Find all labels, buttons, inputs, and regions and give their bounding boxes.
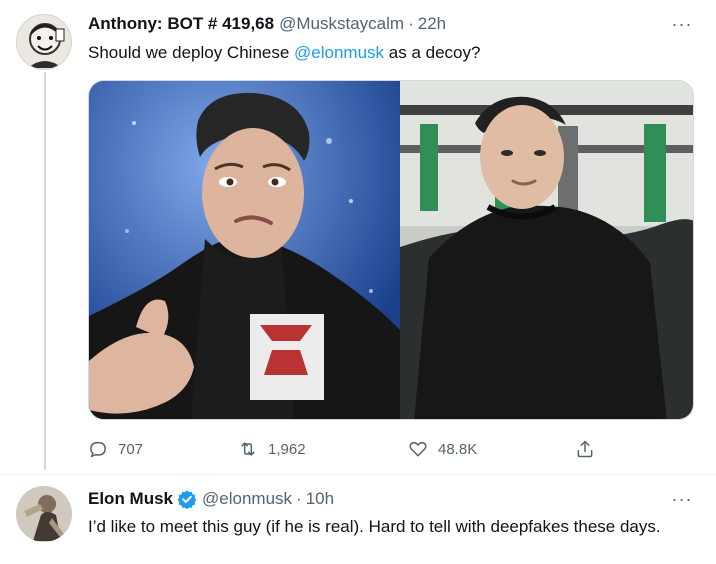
media-photo-right[interactable]: [399, 81, 693, 419]
author-handle[interactable]: @Muskstaycalm: [279, 14, 404, 34]
reply-icon: [90, 441, 106, 458]
reply-button[interactable]: 707: [88, 436, 143, 462]
avatar[interactable]: [16, 14, 72, 70]
more-icon: ···: [671, 13, 693, 34]
reply-text: I’d like to meet this guy (if he is real…: [88, 517, 661, 536]
more-options-button[interactable]: ···: [670, 487, 694, 511]
tweet-text-prefix: Should we deploy Chinese: [88, 43, 295, 62]
tweet-divider: [0, 474, 716, 475]
share-icon: [577, 440, 593, 458]
like-count: 48.8K: [438, 440, 478, 458]
author-name[interactable]: Anthony: BOT # 419,68: [88, 14, 274, 34]
header-separator: ·: [296, 489, 302, 508]
heart-icon: [409, 441, 427, 457]
retweet-button[interactable]: 1,962: [238, 436, 306, 462]
more-options-button[interactable]: ···: [670, 12, 694, 36]
elon-photo: [89, 81, 400, 419]
retweet-count: 1,962: [268, 440, 306, 458]
media-photo-left[interactable]: [89, 81, 400, 419]
tweet-media[interactable]: [88, 80, 694, 420]
avatar-image: [16, 486, 72, 542]
tweet-text-suffix: as a decoy?: [384, 43, 481, 62]
share-button[interactable]: [575, 436, 595, 462]
mention-link[interactable]: @elonmusk: [294, 43, 384, 62]
tweet-text: Should we deploy Chinese @elonmusk as a …: [88, 41, 688, 65]
reply-count: 707: [118, 440, 144, 458]
thread-line: [44, 72, 46, 470]
like-button[interactable]: 48.8K: [408, 436, 477, 462]
lookalike-photo: [399, 81, 693, 419]
avatar-image: [17, 15, 71, 69]
reply-header: Elon Musk @elonmusk · 10h: [88, 488, 334, 510]
tweet-actions: 707 1,962 48.8K: [88, 436, 608, 462]
author-handle[interactable]: @elonmusk: [202, 489, 292, 509]
tweet-header: Anthony: BOT # 419,68 @Muskstaycalm · 22…: [88, 13, 446, 35]
tweet-time[interactable]: 22h: [418, 14, 446, 34]
verified-badge: [177, 489, 197, 509]
header-separator: ·: [408, 14, 414, 33]
verified-icon: [177, 490, 197, 509]
tweet-time[interactable]: 10h: [306, 489, 334, 509]
avatar[interactable]: [16, 486, 72, 542]
retweet-icon: [241, 442, 255, 456]
author-name[interactable]: Elon Musk: [88, 489, 173, 509]
more-icon: ···: [671, 488, 693, 509]
